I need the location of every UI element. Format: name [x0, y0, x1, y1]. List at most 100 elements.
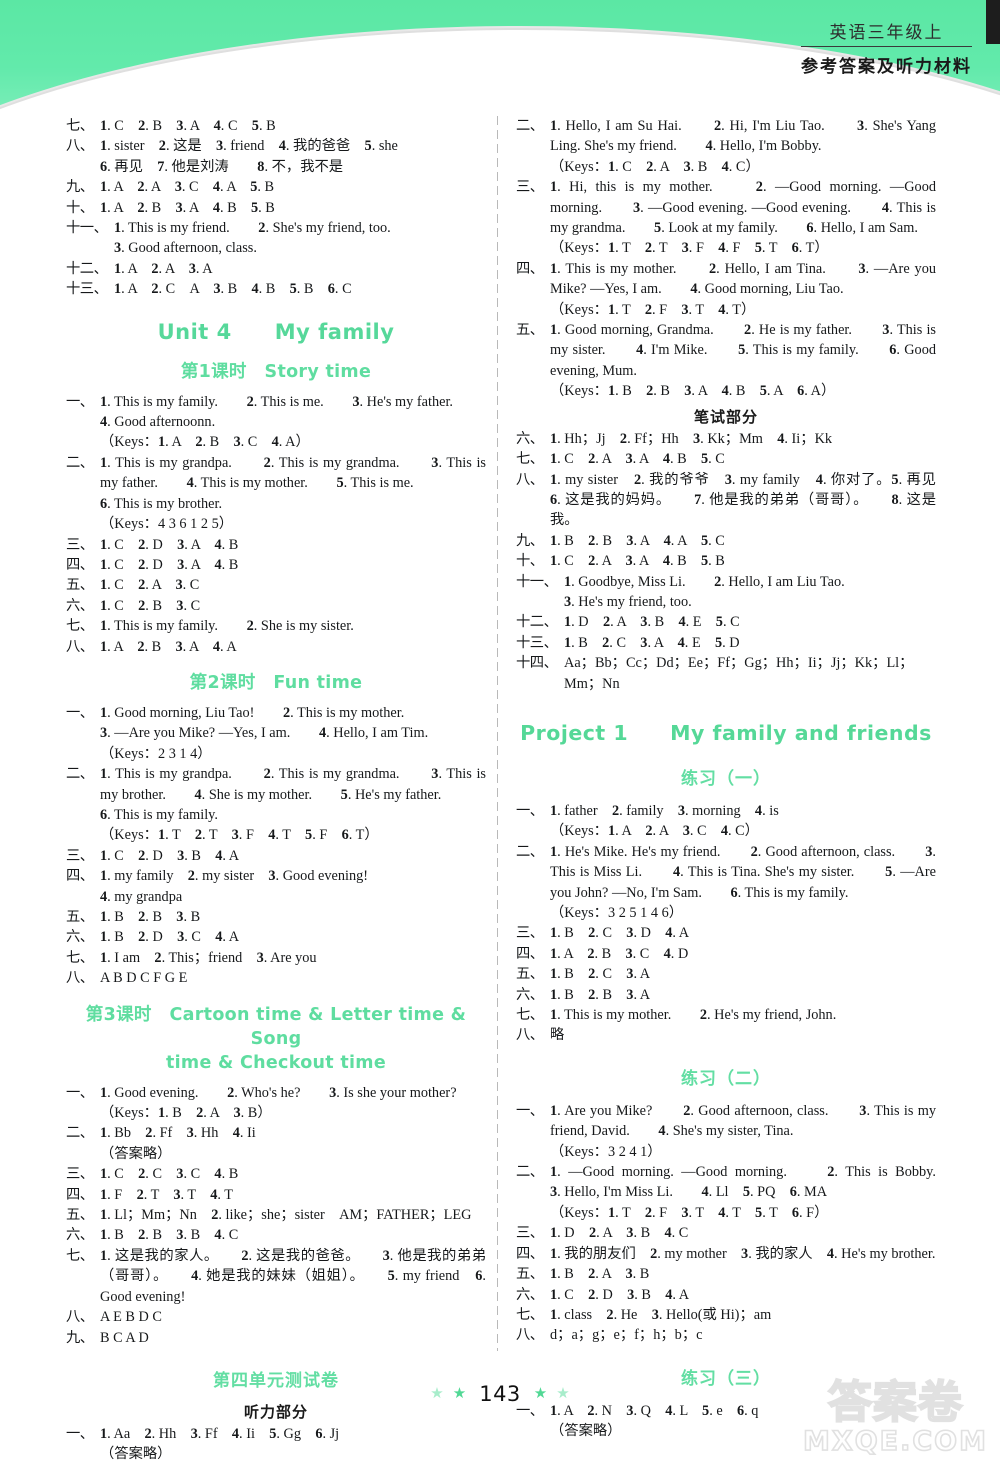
- answer-entry-body: 1. B 2. C 3. A 4. E 5. D: [564, 634, 740, 651]
- answer-entry-body: 1. B 2. C 3. A: [550, 966, 651, 983]
- answer-entry-body: 1. This is my friend. 2. She's my friend…: [114, 220, 391, 237]
- answer-entry: 一、 1. This is my family. 2. This is me. 3…: [66, 392, 486, 412]
- answer-entry-body: 1. C 2. D 3. A 4. B: [100, 556, 239, 573]
- answer-entry-body: 1. 这是我的家人。 2. 这是我的爸爸。 3. 他是我的弟弟（哥哥）。 4. …: [100, 1247, 486, 1305]
- answer-entry: 八、 A B D C F G E: [66, 968, 486, 988]
- answer-entry-body: 1. C 2. B 3. A 4. C 5. B: [100, 118, 276, 134]
- answer-entry-body: 1. Hello, I am Su Hai. 2. Hi, I'm Liu Ta…: [550, 118, 936, 155]
- answer-entry: 三、 1. B 2. C 3. D 4. A: [516, 923, 936, 943]
- answer-entry-body: 1. C 2. B 3. C: [100, 597, 201, 614]
- answer-entry-body: 1. 我的朋友们 2. my mother 3. 我的家人 4. He's my…: [550, 1245, 936, 1262]
- answer-continuation-line: （Keys：1. T 2. T 3. F 4. F 5. T 6. T）: [550, 240, 829, 257]
- answer-entry-number: 十一、: [516, 573, 558, 590]
- answer-entry-body: 1. B 2. B 3. A: [550, 986, 651, 1003]
- answer-entry: 四、 1. F 2. T 3. T 4. T: [66, 1185, 486, 1205]
- answer-entry: 五、 1. C 2. A 3. C: [66, 575, 486, 595]
- answer-continuation-line: （Keys：1. B 2. A 3. B）: [100, 1105, 272, 1122]
- answer-entry-number: 四、: [516, 260, 544, 277]
- answer-entry-number: 三、: [516, 925, 544, 942]
- answer-entry-body: 1. C 2. D 3. A 4. B: [100, 536, 239, 553]
- answer-entry-body: 1. F 2. T 3. T 4. T: [100, 1186, 233, 1203]
- answer-entry-number: 五、: [516, 966, 544, 983]
- answer-entry: 七、 1. I am 2. This；friend 3. Are you: [66, 948, 486, 968]
- answer-entry: 七、 1. This is my mother. 2. He's my frien…: [516, 1005, 936, 1025]
- answer-entry: 六、 1. B 2. D 3. C 4. A: [66, 927, 486, 947]
- answer-entry-number: 四、: [66, 868, 94, 885]
- answer-entry-body: 1. This is my grandpa. 2. This is my gra…: [100, 766, 486, 803]
- answer-entry-number: 十二、: [66, 260, 108, 277]
- star-icon: ★: [556, 1385, 570, 1402]
- answer-entry-number: 九、: [516, 532, 544, 549]
- answer-continuation-line: 4. my grandpa: [100, 888, 183, 905]
- answer-entry: 七、 1. 这是我的家人。 2. 这是我的爸爸。 3. 他是我的弟弟（哥哥）。 4…: [66, 1246, 486, 1307]
- answer-entry-body: 1. A 2. B 3. C 4. D: [550, 945, 689, 962]
- answer-entry-number: 五、: [66, 577, 94, 594]
- answer-entry: 十一、 1. Goodbye, Miss Li. 2. Hello, I am L…: [516, 572, 936, 592]
- answer-entry-number: 四、: [516, 945, 544, 962]
- answer-continuation-line: （Keys：1. T 2. F 3. T 4. T）: [550, 301, 756, 318]
- answer-entry: 八、 d；a；g；e；f；h；b；c: [516, 1325, 936, 1345]
- answer-entry: 十三、 1. B 2. C 3. A 4. E 5. D: [516, 633, 936, 653]
- answer-entry-body: 1. my sister 2. 我的爷爷 3. my family 4. 你对了…: [550, 471, 951, 529]
- answer-entry-number: 十三、: [66, 281, 108, 298]
- answer-entry-body: 1. This is my family. 2. She is my siste…: [100, 618, 354, 635]
- answer-entry-number: 二、: [516, 118, 544, 134]
- answer-entry: 一、 1. father 2. family 3. morning 4. is: [516, 801, 936, 821]
- answer-entry-body: 1. B 2. A 3. B: [550, 1266, 650, 1283]
- answer-entry: 二、 1. Bb 2. Ff 3. Hh 4. Ii: [66, 1123, 486, 1143]
- answer-entry-body: 1. Goodbye, Miss Li. 2. Hello, I am Liu …: [564, 573, 845, 590]
- answer-entry-body: 1. class 2. He 3. Hello(或 Hi)；am: [550, 1306, 772, 1323]
- answer-entry: 二、 1. He's Mike. He's my friend. 2. Good …: [516, 842, 936, 903]
- answer-entry-number: 五、: [66, 1207, 94, 1224]
- answer-entry: 十二、 1. D 2. A 3. B 4. E 5. C: [516, 612, 936, 632]
- answer-entry-number: 十三、: [516, 634, 558, 651]
- answer-continuation-line: （Keys：3 2 5 1 4 6）: [550, 905, 684, 921]
- column-divider: [497, 116, 498, 1351]
- answer-entry-number: 七、: [516, 1306, 544, 1323]
- answer-entry-body: 1. Hh；Jj 2. Ff；Hh 3. Kk；Mm 4. Ii；Kk: [550, 430, 833, 447]
- answer-entry-body: B C A D: [100, 1329, 149, 1346]
- answer-entry-number: 六、: [516, 430, 544, 447]
- star-icon: ★: [533, 1385, 548, 1402]
- answer-entry: 十、 1. C 2. A 3. A 4. B 5. B: [516, 551, 936, 571]
- answer-entry: 二、 1. This is my grandpa. 2. This is my g…: [66, 453, 486, 494]
- answer-entry-body: 1. Bb 2. Ff 3. Hh 4. Ii: [100, 1125, 256, 1142]
- answer-entry-number: 二、: [66, 766, 94, 783]
- answer-entry: 四、 1. my family 2. my sister 3. Good even…: [66, 866, 486, 886]
- answer-entry: 八、 A E B D C: [66, 1307, 486, 1327]
- answer-continuation-line: 3. —Are you Mike? —Yes, I am. 4. Hello, …: [100, 725, 429, 742]
- banner-corner-block: [986, 0, 1000, 44]
- answer-entry: 一、 1. Aa 2. Hh 3. Ff 4. Ii 5. Gg 6. Jj: [66, 1424, 486, 1444]
- practice-heading: 练习（一）: [681, 768, 771, 789]
- answer-entry-body: 1. A 2. A 3. C 4. A 5. B: [100, 179, 275, 196]
- answer-continuation-line: （Keys：1. B 2. B 3. A 4. B 5. A 6. A）: [550, 383, 836, 400]
- answer-entry-body: A E B D C: [100, 1309, 162, 1326]
- answer-entry-number: 六、: [66, 929, 94, 946]
- answer-entry-body: A B D C F G E: [100, 970, 188, 987]
- answer-continuation-line: 6. This is my family.: [100, 806, 218, 823]
- answer-entry-body: 1. D 2. A 3. B 4. C: [550, 1225, 689, 1242]
- answer-entry-body: 1. Are you Mike? 2. Good afternoon, clas…: [550, 1102, 936, 1140]
- answer-entry-number: 十、: [66, 199, 94, 216]
- star-icon: ★: [430, 1385, 444, 1402]
- answer-entry: 八、 1. A 2. B 3. A 4. A: [66, 637, 486, 657]
- answer-entry: 七、 1. C 2. A 3. A 4. B 5. C: [516, 449, 936, 469]
- answer-entry: 三、 1. C 2. D 3. B 4. A: [66, 846, 486, 866]
- answer-entry-body: 1. C 2. D 3. B 4. A: [550, 1286, 690, 1303]
- header-subject-grade: 英语三年级上: [801, 18, 972, 47]
- answer-entry-body: 1. D 2. A 3. B 4. E 5. C: [564, 614, 740, 631]
- answer-entry: 五、 1. B 2. C 3. A: [516, 964, 936, 984]
- answer-entry-body: 1. Good evening. 2. Who's he? 3. Is she …: [100, 1084, 457, 1101]
- answer-entry-body: 1. B 2. B 3. B 4. C: [100, 1227, 239, 1244]
- lesson-heading: 第2课时 Fun time: [189, 672, 363, 693]
- answer-entry: 十二、 1. A 2. A 3. A: [66, 259, 486, 279]
- answer-entry: 三、 1. D 2. A 3. B 4. C: [516, 1223, 936, 1243]
- answer-entry-body: 1. C 2. C 3. C 4. B: [100, 1166, 239, 1183]
- answer-entry: 七、 1. This is my family. 2. She is my sis…: [66, 616, 486, 636]
- answer-continuation-line: （答案略）: [100, 1446, 172, 1463]
- answer-continuation-line: 6. This is my brother.: [100, 495, 223, 512]
- answer-entry: 五、 1. B 2. A 3. B: [516, 1264, 936, 1284]
- answer-entry-number: 七、: [66, 618, 94, 635]
- answer-entry: 四、 1. A 2. B 3. C 4. D: [516, 944, 936, 964]
- answer-entry-number: 六、: [66, 1227, 94, 1244]
